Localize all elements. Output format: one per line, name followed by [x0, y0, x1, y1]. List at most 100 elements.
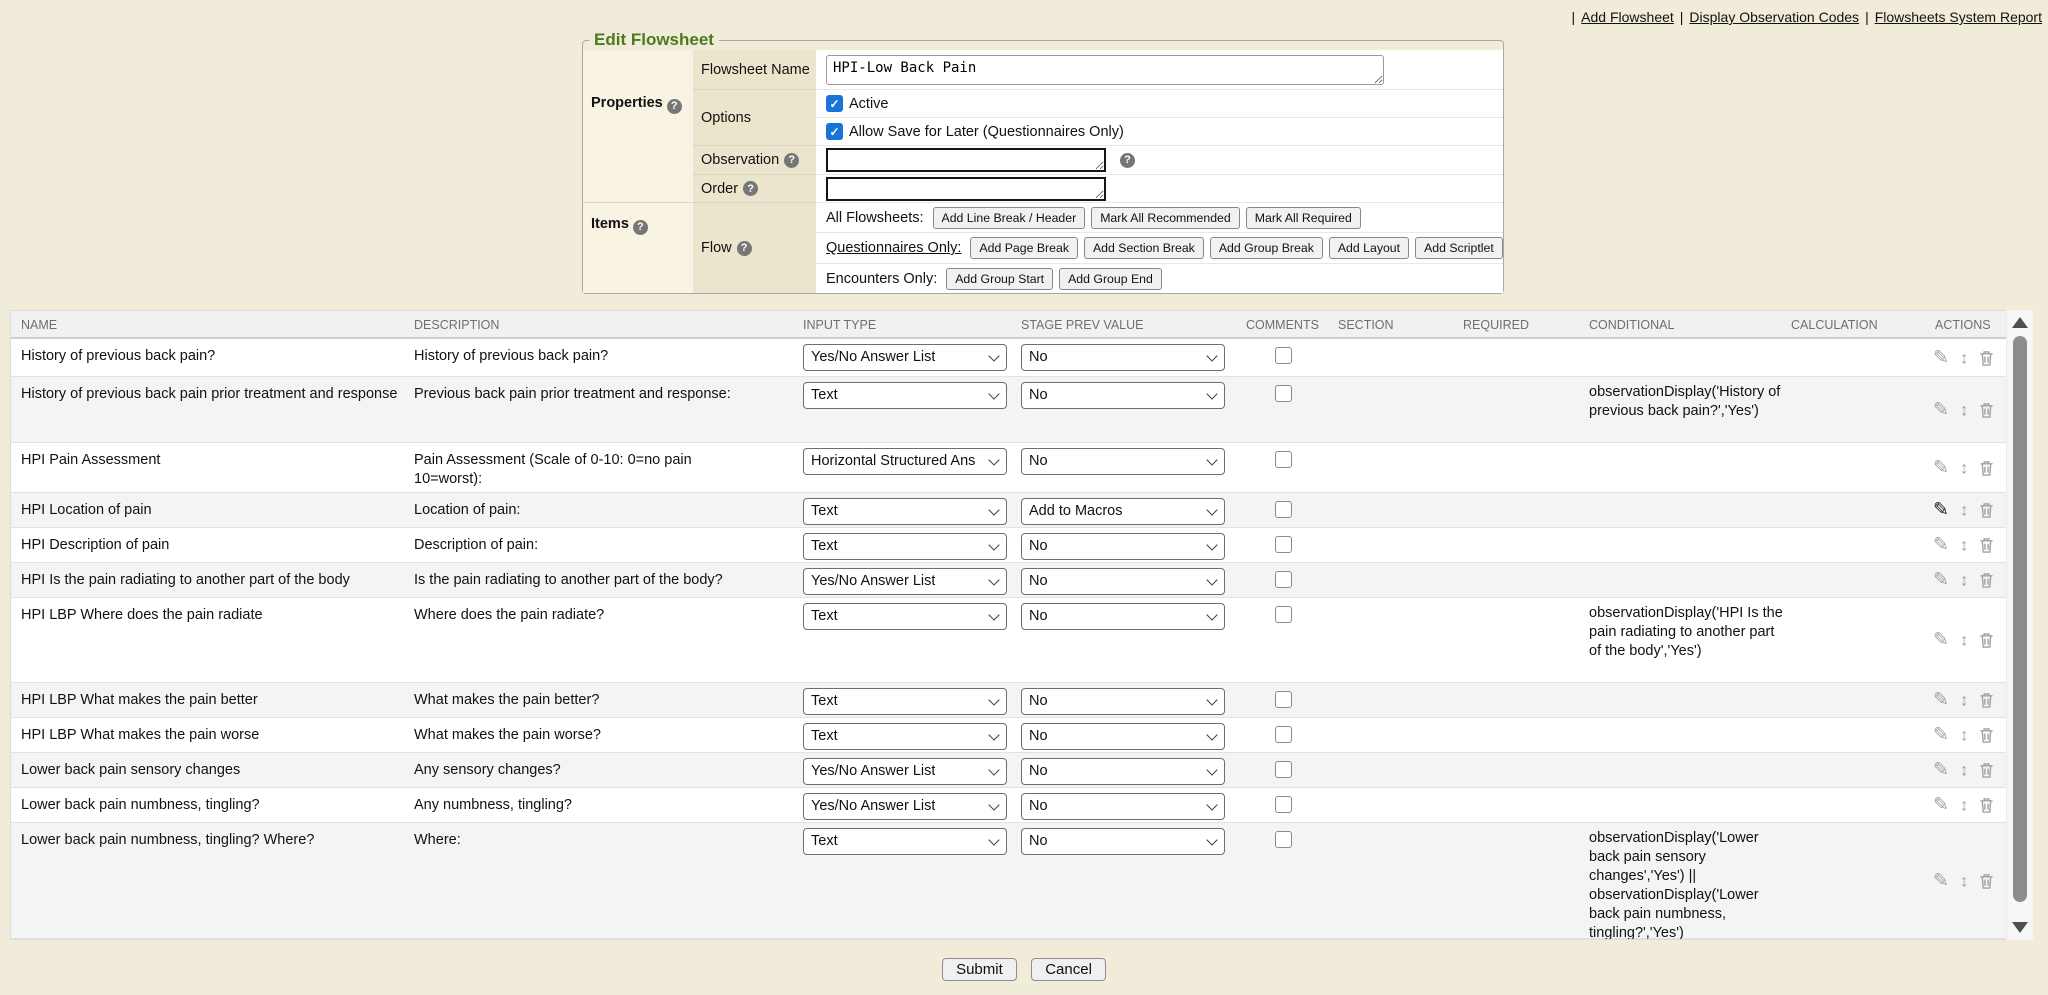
edit-pencil-icon[interactable]: ✎ — [1933, 726, 1949, 745]
comments-checkbox[interactable] — [1275, 831, 1292, 848]
flow-button[interactable]: Add Scriptlet — [1415, 237, 1503, 259]
delete-trash-icon[interactable] — [1979, 632, 1994, 649]
move-row-icon[interactable]: ↕ — [1960, 727, 1969, 744]
edit-pencil-icon[interactable]: ✎ — [1933, 796, 1949, 815]
comments-checkbox[interactable] — [1275, 501, 1292, 518]
input-type-select[interactable]: Text — [803, 533, 1007, 560]
input-type-select[interactable]: Text — [803, 828, 1007, 855]
help-icon[interactable]: ? — [1120, 153, 1135, 168]
delete-trash-icon[interactable] — [1979, 459, 1994, 476]
comments-checkbox[interactable] — [1275, 761, 1292, 778]
delete-trash-icon[interactable] — [1979, 572, 1994, 589]
help-icon[interactable]: ? — [633, 220, 648, 235]
stage-prev-value-select[interactable]: No — [1021, 382, 1225, 409]
edit-pencil-icon[interactable]: ✎ — [1933, 501, 1949, 520]
input-type-select[interactable]: Yes/No Answer List — [803, 344, 1007, 371]
edit-pencil-icon[interactable]: ✎ — [1933, 458, 1949, 477]
delete-trash-icon[interactable] — [1979, 872, 1994, 889]
flow-button[interactable]: Add Group Start — [946, 268, 1053, 290]
flow-button[interactable]: Mark All Recommended — [1091, 207, 1240, 229]
flow-button[interactable]: Add Section Break — [1084, 237, 1204, 259]
stage-prev-value-select[interactable]: No — [1021, 344, 1225, 371]
move-row-icon[interactable]: ↕ — [1960, 572, 1969, 589]
delete-trash-icon[interactable] — [1979, 502, 1994, 519]
input-type-select[interactable]: Text — [803, 382, 1007, 409]
delete-trash-icon[interactable] — [1979, 762, 1994, 779]
submit-button[interactable]: Submit — [942, 958, 1017, 981]
stage-prev-value-select[interactable]: No — [1021, 828, 1225, 855]
move-row-icon[interactable]: ↕ — [1960, 401, 1969, 418]
input-type-select[interactable]: Yes/No Answer List — [803, 758, 1007, 785]
stage-prev-value-select[interactable]: No — [1021, 568, 1225, 595]
input-type-select[interactable]: Text — [803, 688, 1007, 715]
input-type-select[interactable]: Text — [803, 603, 1007, 630]
comments-checkbox[interactable] — [1275, 451, 1292, 468]
input-type-select[interactable]: Text — [803, 498, 1007, 525]
flow-button[interactable]: Add Layout — [1329, 237, 1409, 259]
edit-pencil-icon[interactable]: ✎ — [1933, 571, 1949, 590]
comments-checkbox[interactable] — [1275, 347, 1292, 364]
help-icon[interactable]: ? — [667, 99, 682, 114]
delete-trash-icon[interactable] — [1979, 349, 1994, 366]
move-row-icon[interactable]: ↕ — [1960, 797, 1969, 814]
edit-pencil-icon[interactable]: ✎ — [1933, 871, 1949, 890]
edit-pencil-icon[interactable]: ✎ — [1933, 348, 1949, 367]
delete-trash-icon[interactable] — [1979, 692, 1994, 709]
delete-trash-icon[interactable] — [1979, 401, 1994, 418]
input-type-select[interactable]: Yes/No Answer List — [803, 793, 1007, 820]
scrollbar-thumb[interactable] — [2013, 336, 2027, 902]
move-row-icon[interactable]: ↕ — [1960, 502, 1969, 519]
table-scrollbar[interactable] — [2007, 310, 2033, 940]
comments-checkbox[interactable] — [1275, 385, 1292, 402]
top-link[interactable]: Add Flowsheet — [1581, 9, 1674, 25]
top-link[interactable]: Display Observation Codes — [1689, 9, 1859, 25]
move-row-icon[interactable]: ↕ — [1960, 349, 1969, 366]
active-checkbox[interactable]: ✓ — [826, 95, 843, 112]
comments-checkbox[interactable] — [1275, 571, 1292, 588]
move-row-icon[interactable]: ↕ — [1960, 872, 1969, 889]
flow-button[interactable]: Mark All Required — [1246, 207, 1361, 229]
help-icon[interactable]: ? — [743, 181, 758, 196]
edit-pencil-icon[interactable]: ✎ — [1933, 536, 1949, 555]
flow-button[interactable]: Add Group Break — [1210, 237, 1323, 259]
edit-pencil-icon[interactable]: ✎ — [1933, 631, 1949, 650]
comments-checkbox[interactable] — [1275, 726, 1292, 743]
stage-prev-value-select[interactable]: No — [1021, 723, 1225, 750]
edit-pencil-icon[interactable]: ✎ — [1933, 761, 1949, 780]
top-link[interactable]: Flowsheets System Report — [1875, 9, 2042, 25]
stage-prev-value-select[interactable]: Add to Macros — [1021, 498, 1225, 525]
input-type-select[interactable]: Yes/No Answer List — [803, 568, 1007, 595]
flow-button[interactable]: Add Page Break — [970, 237, 1078, 259]
move-row-icon[interactable]: ↕ — [1960, 692, 1969, 709]
comments-checkbox[interactable] — [1275, 536, 1292, 553]
comments-checkbox[interactable] — [1275, 691, 1292, 708]
delete-trash-icon[interactable] — [1979, 537, 1994, 554]
stage-prev-value-select[interactable]: No — [1021, 793, 1225, 820]
input-type-select[interactable]: Horizontal Structured Ans — [803, 448, 1007, 475]
order-input[interactable] — [826, 177, 1106, 201]
stage-prev-value-select[interactable]: No — [1021, 533, 1225, 560]
help-icon[interactable]: ? — [784, 153, 799, 168]
help-icon[interactable]: ? — [737, 241, 752, 256]
flow-button[interactable]: Add Group End — [1059, 268, 1162, 290]
move-row-icon[interactable]: ↕ — [1960, 632, 1969, 649]
scroll-up-icon[interactable] — [2012, 317, 2028, 328]
edit-pencil-icon[interactable]: ✎ — [1933, 691, 1949, 710]
stage-prev-value-select[interactable]: No — [1021, 688, 1225, 715]
observation-input[interactable] — [826, 148, 1106, 172]
comments-checkbox[interactable] — [1275, 606, 1292, 623]
cancel-button[interactable]: Cancel — [1031, 958, 1106, 981]
stage-prev-value-select[interactable]: No — [1021, 603, 1225, 630]
input-type-select[interactable]: Text — [803, 723, 1007, 750]
stage-prev-value-select[interactable]: No — [1021, 758, 1225, 785]
comments-checkbox[interactable] — [1275, 796, 1292, 813]
flow-button[interactable]: Add Line Break / Header — [933, 207, 1086, 229]
delete-trash-icon[interactable] — [1979, 727, 1994, 744]
delete-trash-icon[interactable] — [1979, 797, 1994, 814]
edit-pencil-icon[interactable]: ✎ — [1933, 400, 1949, 419]
move-row-icon[interactable]: ↕ — [1960, 537, 1969, 554]
move-row-icon[interactable]: ↕ — [1960, 459, 1969, 476]
scroll-down-icon[interactable] — [2012, 922, 2028, 933]
allow-save-checkbox[interactable]: ✓ — [826, 123, 843, 140]
stage-prev-value-select[interactable]: No — [1021, 448, 1225, 475]
